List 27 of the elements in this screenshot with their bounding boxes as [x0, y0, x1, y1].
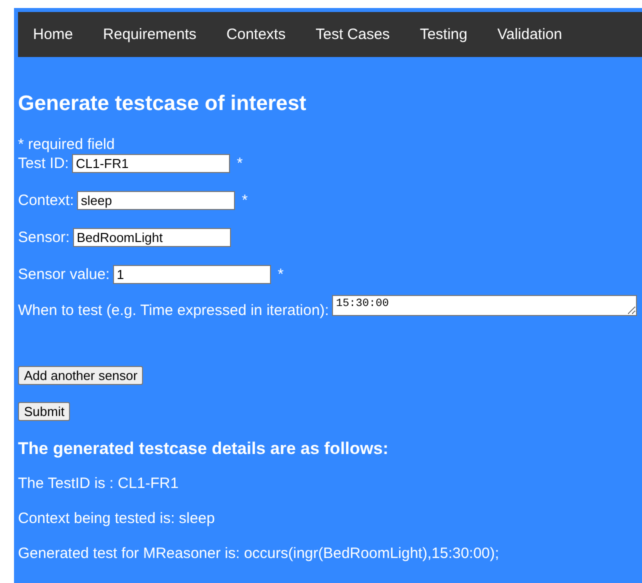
- field-label: When to test (e.g. Time expressed in iteration):: [18, 302, 329, 319]
- nav-link[interactable]: Test Cases: [300, 26, 405, 43]
- nav-link[interactable]: Requirements: [88, 26, 212, 43]
- nav-link[interactable]: Testing: [404, 26, 482, 43]
- required-mark: *: [242, 192, 248, 209]
- field-label: Test ID:: [18, 155, 69, 172]
- input-field[interactable]: 1: [112, 265, 271, 284]
- result-line: Context being tested is: sleep: [18, 510, 216, 528]
- result-heading: The generated testcase details are as follows:: [18, 439, 390, 459]
- input-field[interactable]: BedRoomLight: [72, 228, 231, 247]
- submit-button[interactable]: Submit: [18, 402, 70, 421]
- field-label: Context:: [18, 192, 74, 209]
- time-field[interactable]: 15:30:00: [332, 295, 637, 316]
- field-label: Sensor value:: [18, 266, 110, 283]
- page-heading: Generate testcase of interest: [18, 92, 308, 116]
- input-field[interactable]: sleep: [76, 191, 235, 210]
- nav-link[interactable]: Validation: [482, 26, 578, 43]
- required-mark: *: [278, 266, 284, 283]
- required-mark: *: [236, 155, 243, 172]
- add-sensor-button[interactable]: Add another sensor: [18, 366, 144, 385]
- result-line: The TestID is : CL1-FR1: [18, 475, 180, 493]
- field-label: Sensor:: [18, 229, 70, 246]
- required-note: * required field: [18, 136, 116, 154]
- input-field[interactable]: CL1-FR1: [72, 154, 230, 173]
- result-line: Generated test for MReasoner is: occurs(ingr(BedRoomLight),15:30:00);: [18, 545, 500, 563]
- nav-link[interactable]: Home: [18, 26, 88, 43]
- nav-link[interactable]: Contexts: [211, 26, 301, 43]
